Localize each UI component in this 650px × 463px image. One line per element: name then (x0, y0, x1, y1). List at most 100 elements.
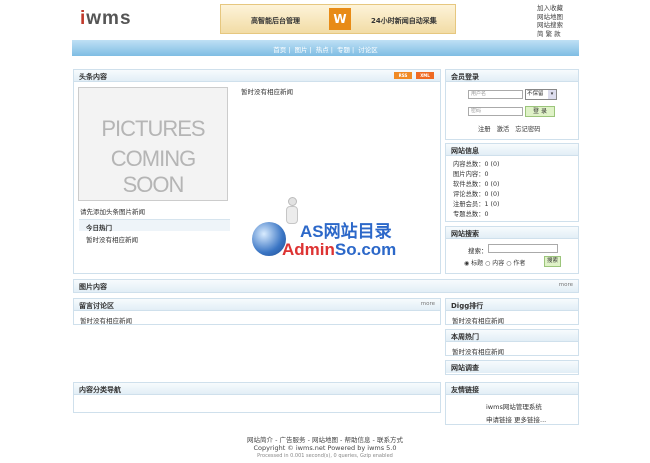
footer-links[interactable]: 网站简介 - 广告服务 - 网站地图 - 帮助信息 - 联系方式 (0, 434, 650, 444)
radio-title[interactable]: ◉ (464, 260, 469, 267)
friend-links-title: 友情链接 (451, 386, 479, 394)
banner-right-text: 24小时新闻自动采集 (371, 17, 437, 25)
search-label: 搜索： (468, 247, 488, 255)
rss-icon[interactable]: RSS (394, 72, 412, 79)
activate-link[interactable]: 激活 (497, 126, 510, 133)
password-input[interactable]: 密码 (468, 107, 523, 116)
week-hot-panel: 本周热门 暂时没有相应新闻 (445, 329, 579, 356)
watermark-line1: AS网站目录 (300, 222, 392, 241)
hot-today-header: 今日热门 (79, 219, 230, 232)
radio-author-label: 作者 (513, 260, 526, 267)
language-switch-link[interactable]: 简 繁 款 (537, 30, 563, 39)
digg-title: Digg排行 (451, 302, 484, 310)
digg-item[interactable]: 暂时没有相应新闻 (452, 315, 504, 325)
username-input[interactable]: 用户名 (468, 90, 523, 99)
site-map-link[interactable]: 网站地图 (537, 13, 563, 22)
survey-header: 网站调查 (446, 361, 578, 373)
radio-author[interactable]: ○ (506, 260, 511, 267)
login-button[interactable]: 登 录 (525, 106, 555, 117)
forum-item[interactable]: 暂时没有相应新闻 (80, 315, 132, 325)
search-options: ◉ 标题 ○ 内容 ○ 作者 (464, 258, 525, 267)
forum-header: 留言讨论区 more (74, 299, 440, 311)
survey-panel: 网站调查 (445, 360, 579, 375)
week-hot-item[interactable]: 暂时没有相应新闻 (452, 346, 504, 356)
site-info-stats: 内容总数：0 (0) 图片内容：0 软件总数：0 (0) 评论总数：0 (0) … (453, 160, 499, 220)
register-link[interactable]: 注册 (478, 126, 491, 133)
friend-link-iwms[interactable]: iwms网站管理系统 (486, 401, 542, 411)
digg-panel: Digg排行 暂时没有相应新闻 (445, 298, 579, 325)
login-title: 会员登录 (451, 73, 479, 81)
hot-today-title: 今日热门 (86, 224, 112, 232)
stat-comment-total: 评论总数：0 (0) (453, 191, 500, 198)
pictures-title: 图片内容 (79, 283, 107, 291)
search-header: 网站搜索 (446, 227, 578, 239)
chevron-down-icon: ▾ (548, 90, 556, 99)
apply-link[interactable]: 申请链接 (486, 414, 512, 424)
stat-member-total: 注册会员：1 (0) (453, 201, 500, 208)
radio-content-label: 内容 (492, 260, 505, 267)
headline-title: 头条内容 (79, 73, 107, 81)
site-info-header: 网站信息 (446, 144, 578, 156)
watermark-admin: Admin (282, 240, 335, 259)
category-nav-header: 内容分类导航 (74, 383, 440, 395)
week-hot-title: 本周热门 (451, 333, 479, 341)
forum-title: 留言讨论区 (79, 302, 114, 310)
footer-processed: Processed in 0.001 second(s), 0 queries,… (257, 453, 393, 459)
search-input[interactable] (488, 244, 558, 253)
pictures-panel: 图片内容 more (73, 279, 579, 293)
forum-panel: 留言讨论区 more 暂时没有相应新闻 (73, 298, 441, 325)
pictures-header: 图片内容 more (74, 280, 578, 292)
headline-header: 头条内容 RSS XML (74, 70, 440, 82)
stat-topic-total: 专题总数：0 (453, 211, 489, 218)
stat-content-total: 内容总数：0 (0) (453, 161, 500, 168)
week-hot-header: 本周热门 (446, 330, 578, 342)
watermark-so: So.com (334, 240, 397, 259)
category-nav-panel: 内容分类导航 (73, 382, 441, 413)
remember-select-value: 不保留 (527, 91, 544, 97)
radio-content[interactable]: ○ (485, 260, 490, 267)
search-panel: 网站搜索 搜索： ◉ 标题 ○ 内容 ○ 作者 搜索 (445, 226, 579, 274)
headline-picture-placeholder[interactable]: PICTURES COMING SOON (78, 87, 228, 201)
nav-topics[interactable]: 专题 (337, 46, 350, 54)
main-nav-bar: 首页 | 图片 | 热点 | 专题 | 讨论区 (72, 40, 579, 56)
xml-icon[interactable]: XML (416, 72, 434, 79)
more-links[interactable]: 更多链接... (514, 414, 546, 424)
banner-w-icon: W (329, 8, 351, 30)
banner-left-text: 高智能后台管理 (251, 17, 300, 25)
footer-copyright: Copyright © iwms.net Powered by iwms 5.0 (253, 444, 397, 452)
nav-pictures[interactable]: 图片 (294, 46, 307, 54)
top-links: 加入收藏 网站地图 网站搜索 简 繁 款 (537, 4, 563, 38)
nav-hot[interactable]: 热点 (316, 46, 329, 54)
friend-links-panel: 友情链接 iwms网站管理系统 申请链接 更多链接... (445, 382, 579, 425)
placeholder-text-line2: COMING SOON (110, 146, 196, 197)
survey-title: 网站调查 (451, 364, 479, 372)
forum-more-link[interactable]: more (421, 301, 435, 307)
watermark-figure-icon (283, 197, 301, 227)
remember-select[interactable]: 不保留 ▾ (525, 89, 557, 100)
stat-software-total: 软件总数：0 (0) (453, 181, 500, 188)
forgot-password-link[interactable]: 忘记密码 (515, 126, 540, 133)
friend-links-header: 友情链接 (446, 383, 578, 395)
watermark-line2: AdminSo.com (282, 240, 396, 260)
search-title: 网站搜索 (451, 230, 479, 238)
search-button[interactable]: 搜索 (544, 256, 561, 267)
radio-title-label: 标题 (471, 260, 484, 267)
login-panel: 会员登录 用户名 不保留 ▾ 密码 登 录 注册 激活 忘记密码 (445, 69, 579, 140)
digg-header: Digg排行 (446, 299, 578, 311)
site-logo[interactable]: iwms (80, 8, 132, 30)
watermark-globe-icon (252, 222, 286, 256)
hot-today-item[interactable]: 暂时没有相应新闻 (86, 234, 138, 244)
headline-no-news[interactable]: 暂时没有相应新闻 (241, 86, 293, 96)
top-banner-ad[interactable]: 高智能后台管理 W 24小时新闻自动采集 (220, 4, 456, 34)
site-search-link[interactable]: 网站搜索 (537, 21, 563, 30)
site-info-title: 网站信息 (451, 147, 479, 155)
logo-rest: wms (86, 8, 132, 29)
headline-picture-caption[interactable]: 请先添加头条图片新闻 (80, 206, 145, 216)
placeholder-text-line1: PICTURES (101, 116, 205, 141)
nav-forum[interactable]: 讨论区 (358, 46, 378, 54)
nav-home[interactable]: 首页 (273, 46, 286, 54)
login-links: 注册 激活 忘记密码 (478, 124, 540, 133)
pictures-more-link[interactable]: more (559, 282, 573, 288)
stat-picture-total: 图片内容：0 (453, 171, 489, 178)
add-favorite-link[interactable]: 加入收藏 (537, 4, 563, 13)
